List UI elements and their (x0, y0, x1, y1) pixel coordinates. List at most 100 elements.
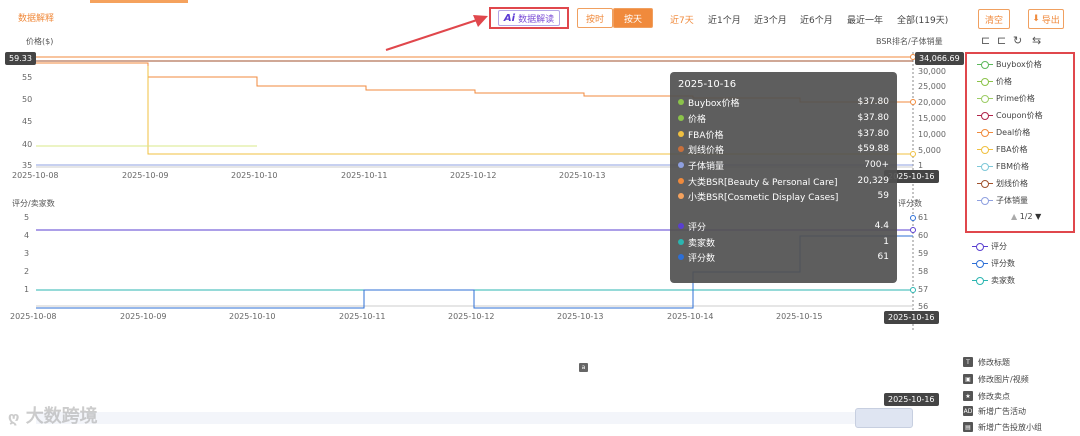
x-tick: 2025-10-09 (120, 312, 167, 321)
tooltip-label: 价格 (688, 114, 707, 125)
y-tick: 1 (24, 285, 30, 294)
tooltip-value: $59.88 (857, 144, 890, 154)
legend-label: 子体销量 (996, 196, 1028, 205)
legend-fbm-price[interactable]: FBM价格 (977, 160, 1029, 173)
legend-review-count[interactable]: 评分数 (972, 257, 1015, 270)
legend-label: FBM价格 (996, 162, 1029, 171)
zoom-icon[interactable]: ⊏ (981, 34, 990, 47)
tooltip-label: Buybox价格 (688, 98, 740, 109)
legend-line-icon (972, 259, 988, 268)
star-icon: ★ (963, 391, 973, 401)
x-tick: 2025-10-15 (776, 312, 823, 321)
tooltip-row: FBA价格 $37.80 (678, 127, 889, 141)
bottom-date-highlight: 2025-10-16 (884, 311, 939, 324)
pager-text: 1/2 (1019, 212, 1033, 221)
legend-buybox-price[interactable]: Buybox价格 (977, 58, 1042, 71)
legend-label: Prime价格 (996, 94, 1035, 103)
export-label: 导出 (1041, 15, 1060, 26)
rating-axis-label: 评分/卖家数 (12, 199, 55, 208)
legend-label: Coupon价格 (996, 111, 1043, 120)
tooltip-row: 价格 $37.80 (678, 111, 889, 125)
x-tick: 2025-10-09 (122, 171, 169, 180)
legend-label: 划线价格 (996, 179, 1028, 188)
series-dot (678, 254, 684, 260)
legend-label: 卖家数 (991, 276, 1015, 285)
legend-label: FBA价格 (996, 145, 1028, 154)
series-dot (678, 162, 684, 168)
series-dot (678, 223, 684, 229)
scrollbar-handle[interactable] (855, 408, 913, 428)
y-tick: 2 (24, 267, 30, 276)
zoom-back-icon[interactable]: ⊏ (997, 34, 1006, 47)
watermark-text: 大数跨境 (25, 406, 98, 427)
price-marker: 59.33 (5, 52, 36, 65)
series-dot (678, 193, 684, 199)
clear-button[interactable]: 清空 (978, 9, 1010, 29)
export-button[interactable]: ⬇ 导出 (1028, 9, 1064, 29)
legend-prime-price[interactable]: Prime价格 (977, 92, 1035, 105)
tooltip-label: 小类BSR[Cosmetic Display Cases] (688, 192, 839, 203)
x-tick: 2025-10-13 (559, 171, 606, 180)
pager-down-icon[interactable]: ▼ (1035, 212, 1041, 221)
tooltip-value: 4.4 (874, 221, 889, 231)
zoom-scrollbar[interactable] (36, 412, 913, 424)
tooltip-row: 划线价格 $59.88 (678, 142, 889, 156)
x-tick: 2025-10-10 (231, 171, 278, 180)
y-tick: 5 (24, 213, 30, 222)
add-ad-group-action[interactable]: ▤ 新增广告投放小组 (963, 421, 1042, 433)
x-tick: 2025-10-11 (339, 312, 386, 321)
edit-title-action[interactable]: T 修改标题 (963, 356, 1010, 368)
tooltip-row: 子体销量 700+ (678, 158, 889, 172)
legend-pager[interactable]: ▲ 1/2 ▼ (1011, 212, 1041, 221)
legend-line-icon (977, 162, 993, 171)
edit-bullets-action[interactable]: ★ 修改卖点 (963, 390, 1010, 402)
legend-label: Buybox价格 (996, 60, 1042, 69)
review-count-axis-label: 评分数 (898, 199, 922, 208)
series-dot (678, 115, 684, 121)
tooltip-date: 2025-10-16 (678, 79, 737, 90)
legend-seller-count[interactable]: 卖家数 (972, 274, 1015, 287)
tooltip-value: 700+ (864, 160, 889, 170)
x-tick: 2025-10-10 (229, 312, 276, 321)
refresh-icon[interactable]: ↻ (1013, 34, 1022, 47)
ad-icon: AD (963, 406, 973, 416)
legend-line-icon (977, 111, 993, 120)
tooltip-label: 大类BSR[Beauty & Personal Care] (688, 177, 838, 188)
legend-coupon-price[interactable]: Coupon价格 (977, 109, 1043, 122)
tooltip-row: 大类BSR[Beauty & Personal Care] 20,329 (678, 174, 889, 188)
chart-tooltip: 2025-10-16 Buybox价格 $37.80 价格 $37.80 FBA价格… (670, 72, 897, 283)
tooltip-label: 卖家数 (688, 238, 716, 249)
watermark: ღ 大数跨境 (8, 402, 98, 428)
event-marker-icon[interactable]: a (579, 363, 588, 372)
x-tick: 2025-10-12 (448, 312, 495, 321)
legend-child-sales[interactable]: 子体销量 (977, 194, 1028, 207)
series-dot (678, 146, 684, 152)
legend-label: Deal价格 (996, 128, 1031, 137)
add-ad-campaign-action[interactable]: AD 新增广告活动 (963, 405, 1026, 417)
switch-icon[interactable]: ⇆ (1032, 34, 1041, 47)
x-tick: 2025-10-11 (341, 171, 388, 180)
series-dot (678, 239, 684, 245)
legend-price[interactable]: 价格 (977, 75, 1012, 88)
legend-line-icon (977, 77, 993, 86)
download-icon: ⬇ (1032, 14, 1040, 24)
action-label: 新增广告投放小组 (978, 422, 1042, 432)
y2-tick: 61 (918, 213, 929, 222)
legend-fba-price[interactable]: FBA价格 (977, 143, 1028, 156)
edit-media-action[interactable]: ▣ 修改图片/视频 (963, 373, 1029, 385)
legend-line-icon (977, 145, 993, 154)
y2-tick: 57 (918, 285, 929, 294)
y2-tick: 56 (918, 302, 929, 311)
legend-rating[interactable]: 评分 (972, 240, 1007, 253)
legend-deal-price[interactable]: Deal价格 (977, 126, 1030, 139)
legend-line-icon (972, 276, 988, 285)
watermark-logo-icon: ღ (8, 410, 20, 426)
tooltip-value: $37.80 (857, 113, 890, 123)
legend-line-icon (977, 179, 993, 188)
pager-up-icon[interactable]: ▲ (1011, 212, 1017, 221)
legend-line-icon (972, 242, 988, 251)
tooltip-value: $37.80 (857, 129, 890, 139)
tooltip-row: 评分数 61 (678, 250, 889, 264)
legend-list-price[interactable]: 划线价格 (977, 177, 1028, 190)
y2-tick: 58 (918, 267, 929, 276)
